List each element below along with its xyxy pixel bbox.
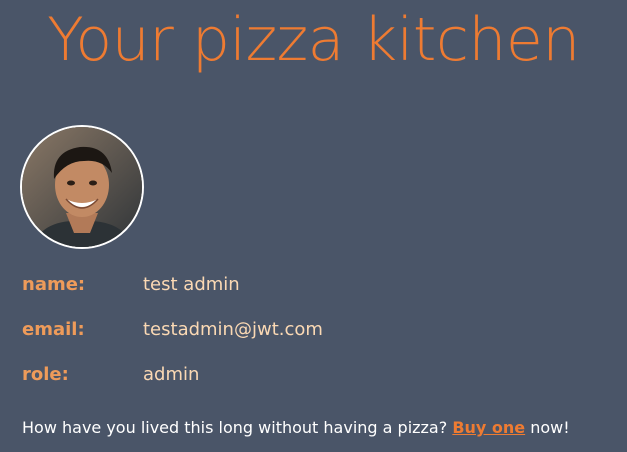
email-value: testadmin@jwt.com	[143, 319, 323, 340]
buy-one-link[interactable]: Buy one	[452, 418, 525, 437]
page-title: Your pizza kitchen	[47, 5, 580, 75]
name-label: name:	[22, 274, 86, 295]
name-value: test admin	[143, 274, 240, 295]
email-label: email:	[22, 319, 85, 340]
promo-text: How have you lived this long without hav…	[22, 418, 448, 437]
promo-text-end: now!	[530, 418, 570, 437]
user-avatar-icon	[22, 127, 142, 247]
avatar	[20, 125, 144, 249]
role-label: role:	[22, 364, 69, 385]
role-value: admin	[143, 364, 200, 385]
promo-message: How have you lived this long without hav…	[22, 413, 570, 443]
